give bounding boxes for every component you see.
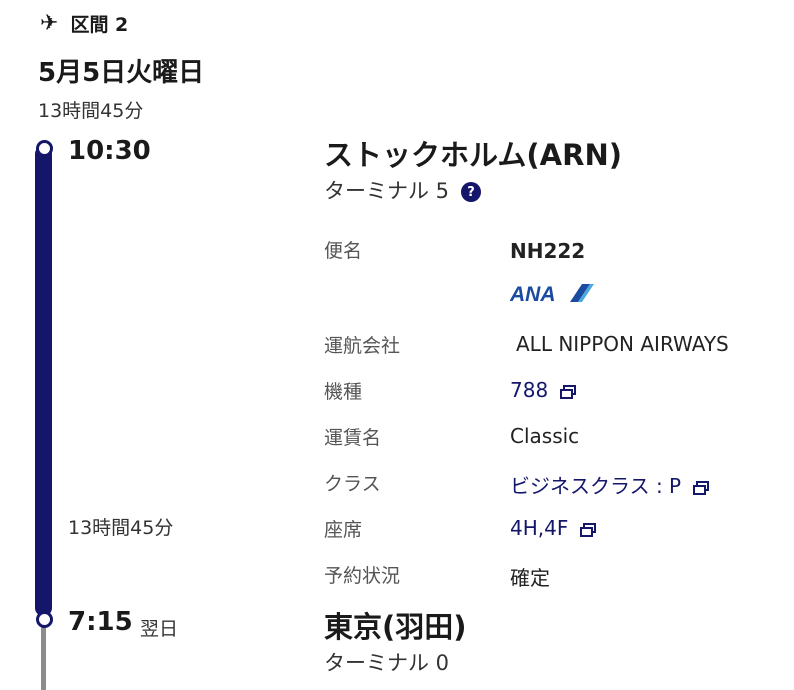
segment-date: 5月5日火曜日 (38, 58, 205, 88)
fare-label: 運賃名 (324, 427, 382, 449)
ana-logo-text: ANA (510, 283, 556, 304)
flight-number-value: NH222 (510, 239, 586, 263)
total-duration: 13時間45分 (38, 100, 144, 122)
arrival-terminal: ターミナル 0 (324, 651, 450, 675)
class-label: クラス (324, 473, 381, 495)
flight-number-label: 便名 (324, 240, 363, 262)
ana-logo: ANA (509, 282, 594, 308)
external-link-icon[interactable] (693, 476, 710, 500)
seat-label: 座席 (324, 519, 363, 541)
status-label: 予約状況 (324, 565, 401, 587)
departure-dot (36, 140, 53, 157)
departure-terminal-row: ターミナル 5 ? (324, 175, 482, 205)
arrival-dot (36, 611, 53, 628)
airplane-icon: ✈ (40, 10, 59, 36)
help-icon[interactable]: ? (461, 182, 482, 202)
departure-city: ストックホルム(ARN) (324, 138, 622, 172)
timeline-tail (41, 620, 46, 690)
operator-value: ALL NIPPON AIRWAYS (516, 332, 729, 356)
segment-title: 区間 2 (70, 14, 129, 36)
ana-logo-graphic: ANA (509, 283, 594, 306)
seat-value[interactable]: 4H,4F (510, 516, 568, 540)
departure-terminal: ターミナル 5 (324, 179, 450, 203)
external-link-icon[interactable] (560, 380, 577, 404)
operator-label: 運航会社 (324, 335, 401, 357)
fare-value: Classic (510, 424, 580, 448)
timeline-bar (35, 146, 52, 616)
arrival-time: 7:15 (68, 607, 133, 637)
next-day-label: 翌日 (140, 618, 179, 640)
departure-time: 10:30 (68, 136, 151, 166)
aircraft-label: 機種 (324, 381, 363, 403)
segment-header: ✈ 区間 2 (40, 10, 128, 37)
seat-link[interactable]: 4H,4F (510, 516, 597, 542)
aircraft-link[interactable]: 788 (510, 378, 577, 404)
class-value[interactable]: ビジネスクラス : P (510, 474, 681, 498)
aircraft-value[interactable]: 788 (510, 378, 548, 402)
arrival-city: 東京(羽田) (324, 610, 467, 644)
middle-duration: 13時間45分 (68, 517, 174, 539)
status-value: 確定 (510, 566, 550, 590)
external-link-icon[interactable] (580, 518, 597, 542)
class-link[interactable]: ビジネスクラス : P (510, 470, 710, 500)
